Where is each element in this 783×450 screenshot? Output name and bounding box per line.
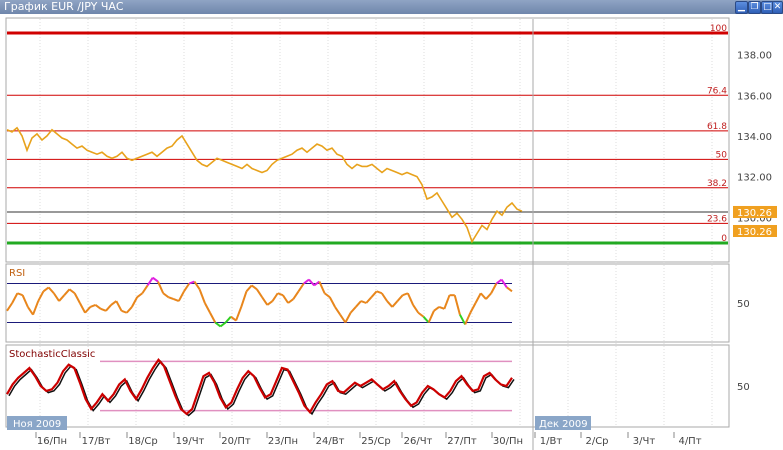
current-price-label: 130.26: [737, 208, 772, 219]
stochastic-title: StochasticClassic: [9, 349, 95, 360]
fib-label-38-2: 38.2: [707, 179, 727, 189]
price-tick-label: 138.00: [737, 51, 772, 62]
time-axis-label: 25/Ср: [361, 436, 390, 447]
time-axis-label: 17/Вт: [82, 436, 111, 447]
time-axis-label: 24/Вт: [316, 436, 345, 447]
chart-area: 100 76.4 61.8 50 38.2 23.6 0 138.00 136.00 134.0…: [5, 17, 777, 450]
low-price-label: 130.26: [737, 227, 772, 238]
price-y-axis: 138.00136.00134.00132.00130.00130.26130.…: [733, 51, 777, 238]
restore-icon[interactable]: ❐: [748, 1, 761, 14]
time-axis-label: 30/Пн: [493, 436, 523, 447]
time-axis-label: 3/Чт: [633, 436, 656, 447]
time-axis-label: 23/Пн: [268, 436, 298, 447]
period-label-nov: Ноя 2009: [13, 419, 61, 430]
time-axis-label: 4/Пт: [678, 436, 701, 447]
rsi-tick-label: 50: [737, 299, 750, 310]
fib-label-0: 0: [721, 234, 727, 244]
fib-label-50: 50: [716, 150, 728, 160]
window-titlebar: График EUR /JPY ЧАС ▁ ❐ □ ✕: [0, 0, 783, 14]
time-axis-label: 2/Ср: [585, 436, 608, 447]
minimize-icon[interactable]: ▁: [735, 1, 748, 14]
stochastic-panel: [5, 344, 730, 428]
time-axis-label: 20/Пт: [221, 436, 251, 447]
time-axis-label: 19/Чт: [176, 436, 205, 447]
fib-label-76-4: 76.4: [707, 86, 727, 96]
stochastic-tick-label: 50: [737, 382, 750, 393]
period-label-dec: Дек 2009: [539, 419, 588, 430]
time-axis-label: 27/Пт: [447, 436, 477, 447]
time-axis-label: 26/Чт: [404, 436, 433, 447]
price-panel: [5, 17, 730, 263]
close-icon[interactable]: ✕: [772, 1, 783, 14]
rsi-title: RSI: [9, 268, 25, 279]
fib-label-23-6: 23.6: [707, 214, 727, 224]
fib-label-100: 100: [710, 24, 727, 34]
time-axis-label: 16/Пн: [37, 436, 67, 447]
time-axis-label: 1/Вт: [540, 436, 563, 447]
time-axis-label: 18/Ср: [128, 436, 157, 447]
price-tick-label: 132.00: [737, 173, 772, 184]
window-title: График EUR /JPY ЧАС: [4, 0, 124, 13]
price-tick-label: 136.00: [737, 91, 772, 102]
fib-label-61-8: 61.8: [707, 122, 727, 132]
price-tick-label: 134.00: [737, 132, 772, 143]
